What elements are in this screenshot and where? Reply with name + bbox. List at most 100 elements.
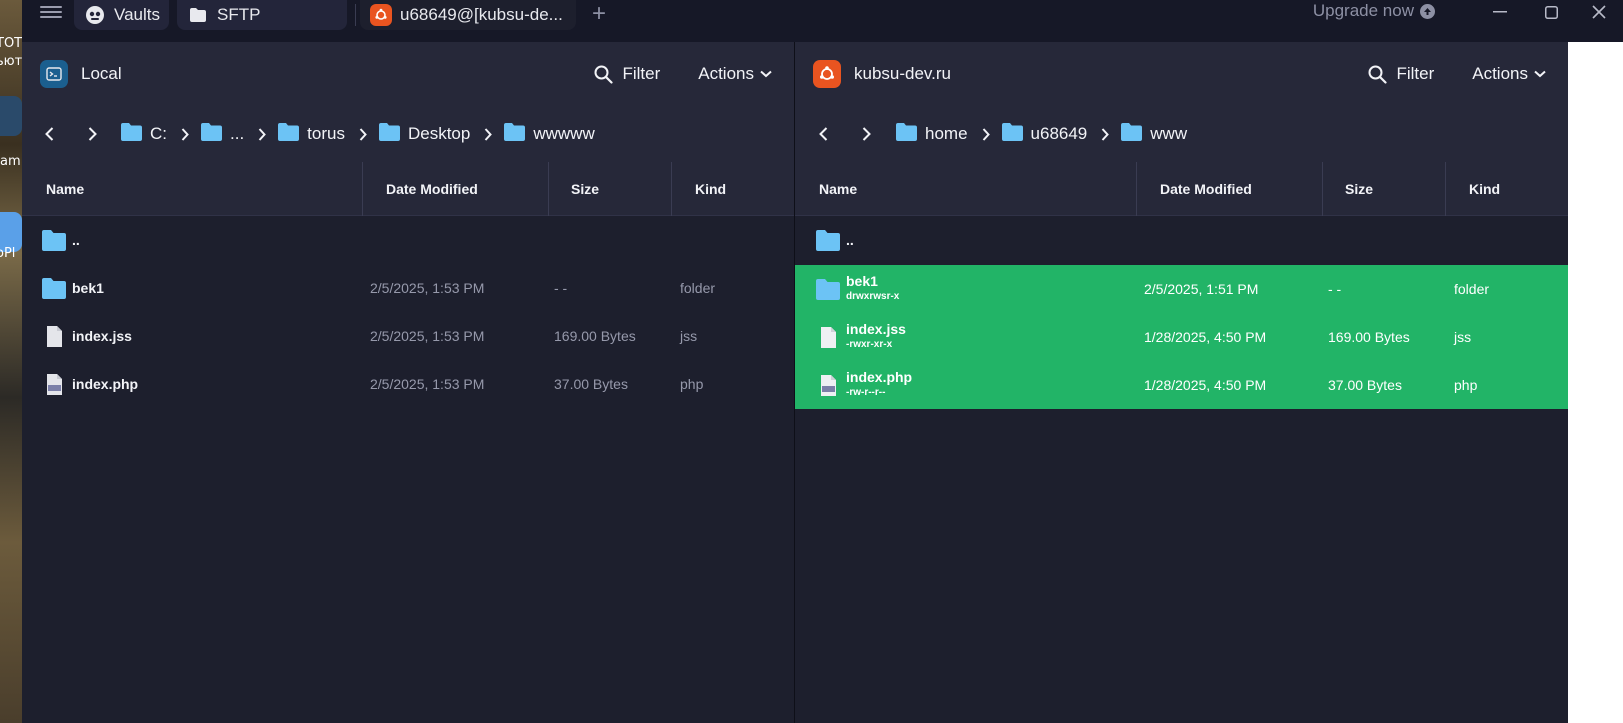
column-divider[interactable] [362, 162, 363, 216]
folder-icon [816, 278, 840, 300]
folder-icon [278, 122, 300, 146]
php-file-icon [42, 373, 66, 396]
file-name: .. [72, 232, 80, 248]
breadcrumb-item[interactable]: www [1121, 122, 1187, 146]
breadcrumb-item[interactable]: home [896, 122, 968, 146]
table-row[interactable]: index.php 2/5/2025, 1:53 PM 37.00 Bytes … [22, 360, 794, 408]
close-icon[interactable] [1589, 2, 1609, 22]
title-bar: Vaults SFTP u68649@[kubsu-de... + Upgrad… [22, 0, 1623, 42]
filter-label: Filter [1396, 64, 1435, 83]
desktop-label-fragment: oPl [0, 246, 16, 261]
chevron-right-icon [359, 127, 367, 141]
table-row-selected[interactable]: index.jss -rwxr-xr-x 1/28/2025, 4:50 PM … [795, 313, 1568, 361]
column-divider[interactable] [1445, 162, 1446, 216]
file-icon [816, 326, 840, 349]
search-icon [594, 65, 614, 84]
menu-icon[interactable] [40, 3, 62, 21]
folder-icon [121, 122, 142, 146]
column-header-kind[interactable]: Kind [1469, 162, 1500, 216]
forward-arrow-icon[interactable] [856, 124, 876, 144]
filter-button[interactable]: Filter [594, 64, 660, 84]
file-kind: folder [1454, 281, 1490, 297]
filter-label: Filter [622, 64, 661, 83]
chevron-right-icon [181, 127, 189, 141]
actions-label: Actions [698, 64, 754, 83]
table-row[interactable]: .. [795, 216, 1568, 264]
folder-icon [187, 4, 209, 26]
upgrade-label: Upgrade now [1312, 1, 1414, 20]
file-kind: php [680, 376, 704, 392]
desktop-label-fragment: ьют [0, 54, 22, 69]
breadcrumb-item[interactable]: torus [278, 122, 345, 146]
chevron-right-icon [484, 127, 493, 141]
column-header-date[interactable]: Date Modified [386, 162, 478, 216]
column-header-name[interactable]: Name [46, 162, 84, 216]
tab-vaults[interactable]: Vaults [74, 0, 169, 30]
column-divider[interactable] [671, 162, 672, 216]
breadcrumb: home u68649 www [795, 106, 1568, 162]
remote-pane-header: kubsu-dev.ru Filter Actions [795, 42, 1568, 106]
file-kind: jss [1454, 329, 1472, 345]
tab-separator [355, 4, 356, 26]
column-divider[interactable] [1322, 162, 1323, 216]
column-header-size[interactable]: Size [1345, 162, 1373, 216]
date-modified: 1/28/2025, 4:50 PM [1144, 377, 1267, 393]
file-size: - - [554, 280, 568, 296]
actions-button[interactable]: Actions [698, 64, 772, 84]
breadcrumb: C: ... torus Desktop wwwww [22, 106, 794, 162]
breadcrumb-label: ... [230, 124, 245, 143]
new-tab-plus-icon[interactable]: + [592, 0, 606, 28]
folder-icon [201, 122, 222, 146]
maximize-icon[interactable] [1541, 2, 1561, 22]
forward-arrow-icon[interactable] [82, 124, 102, 144]
table-row[interactable]: index.jss 2/5/2025, 1:53 PM 169.00 Bytes… [22, 312, 794, 360]
file-name: index.jss [72, 328, 132, 344]
vaults-icon [84, 4, 106, 26]
breadcrumb-item[interactable]: ... [201, 122, 245, 146]
folder-icon [1121, 122, 1143, 146]
column-header-date[interactable]: Date Modified [1160, 162, 1252, 216]
folder-icon [378, 122, 400, 146]
file-name: .. [846, 232, 854, 248]
local-pane-header: Local Filter Actions [22, 42, 794, 106]
back-arrow-icon[interactable] [39, 124, 59, 144]
file-name: bek1 [72, 280, 104, 296]
table-row[interactable]: .. [22, 216, 794, 264]
tab-label: u68649@[kubsu-de... [400, 5, 563, 24]
desktop-label-fragment: eam [0, 154, 21, 169]
pane-title: kubsu-dev.ru [854, 64, 952, 83]
actions-button[interactable]: Actions [1472, 64, 1546, 84]
steam-icon[interactable] [0, 96, 22, 136]
table-row-selected[interactable]: index.php -rw-r--r-- 1/28/2025, 4:50 PM … [795, 361, 1568, 409]
terminal-icon [40, 60, 68, 88]
column-header-name[interactable]: Name [819, 162, 857, 216]
tab-ssh-session[interactable]: u68649@[kubsu-de... [360, 0, 576, 30]
minimize-icon[interactable] [1490, 2, 1510, 22]
back-arrow-icon[interactable] [813, 124, 833, 144]
file-name: index.php [846, 369, 913, 385]
breadcrumb-item[interactable]: wwwww [504, 122, 595, 146]
breadcrumb-label: u68649 [1030, 124, 1088, 143]
breadcrumb-label: C: [150, 124, 167, 143]
date-modified: 1/28/2025, 4:50 PM [1144, 329, 1267, 345]
column-header-size[interactable]: Size [571, 162, 599, 216]
filter-button[interactable]: Filter [1368, 64, 1434, 84]
breadcrumb-item[interactable]: u68649 [1001, 122, 1088, 146]
table-row-selected[interactable]: bek1 drwxrwsr-x 2/5/2025, 1:51 PM - - fo… [795, 265, 1568, 313]
upgrade-button[interactable]: Upgrade now [1313, 0, 1435, 22]
file-name: bek1 [846, 273, 878, 289]
column-divider[interactable] [548, 162, 549, 216]
column-divider[interactable] [1136, 162, 1137, 216]
breadcrumb-item[interactable]: C: [121, 122, 167, 146]
column-header-kind[interactable]: Kind [695, 162, 726, 216]
column-header-row: Name Date Modified Size Kind [22, 162, 794, 216]
chevron-right-icon [258, 127, 267, 141]
date-modified: 2/5/2025, 1:53 PM [370, 376, 485, 392]
breadcrumb-label: Desktop [407, 124, 471, 143]
table-row[interactable]: bek1 2/5/2025, 1:53 PM - - folder [22, 264, 794, 312]
breadcrumb-label: wwwww [533, 124, 595, 143]
tab-sftp[interactable]: SFTP [177, 0, 347, 30]
file-permissions: -rw-r--r-- [846, 387, 886, 398]
breadcrumb-item[interactable]: Desktop [378, 122, 471, 146]
column-header-row: Name Date Modified Size Kind [795, 162, 1568, 216]
